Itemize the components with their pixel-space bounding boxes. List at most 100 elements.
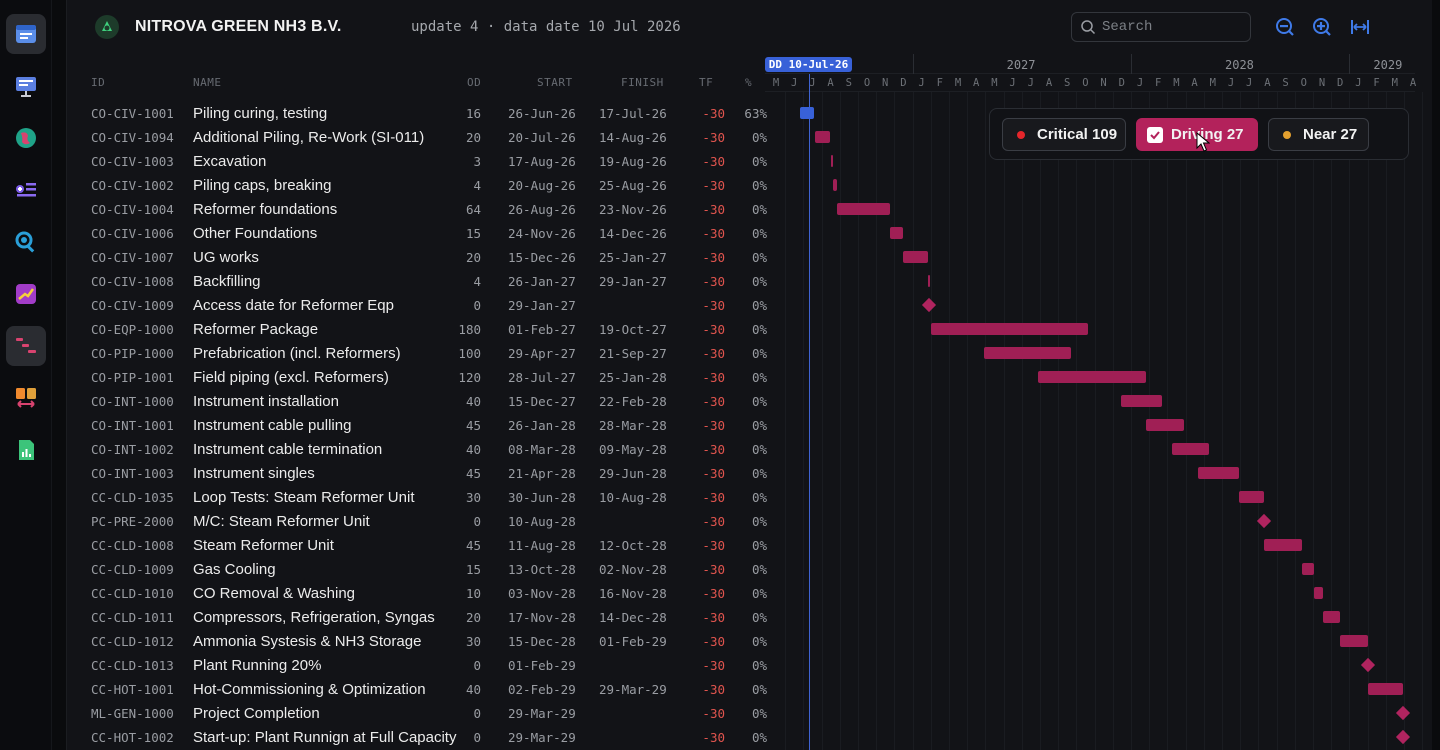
- table-row[interactable]: CC-CLD-1010 CO Removal & Washing 10 03-Nov-…: [67, 581, 767, 605]
- activity-bar[interactable]: [1239, 491, 1265, 503]
- activity-duration: 15: [465, 562, 481, 577]
- table-row[interactable]: CO-CIV-1008 Backfilling 4 26-Jan-27 29-Jan-2…: [67, 269, 767, 293]
- table-row[interactable]: CC-CLD-1009 Gas Cooling 15 13-Oct-28 02-Nov-…: [67, 557, 767, 581]
- gantt-schedule-icon[interactable]: [6, 326, 46, 366]
- activity-bar[interactable]: [927, 275, 930, 287]
- activity-bar[interactable]: [1301, 563, 1315, 575]
- activity-finish: 02-Nov-28: [599, 562, 667, 577]
- table-row[interactable]: CC-CLD-1013 Plant Running 20% 0 01-Feb-29 -3…: [67, 653, 767, 677]
- zoom-in-icon[interactable]: [1311, 16, 1333, 38]
- table-row[interactable]: CO-CIV-1094 Additional Piling, Re-Work (S…: [67, 125, 767, 149]
- table-row[interactable]: CO-CIV-1003 Excavation 3 17-Aug-26 19-Aug-26…: [67, 149, 767, 173]
- activity-bar[interactable]: [814, 131, 830, 143]
- table-row[interactable]: CO-INT-1001 Instrument cable pulling 45 26-…: [67, 413, 767, 437]
- table-row[interactable]: CO-CIV-1006 Other Foundations 15 24-Nov-26 1…: [67, 221, 767, 245]
- table-row[interactable]: CC-CLD-1008 Steam Reformer Unit 45 11-Aug-2…: [67, 533, 767, 557]
- table-row[interactable]: CO-INT-1003 Instrument singles 45 21-Apr-28…: [67, 461, 767, 485]
- inspect-search-icon[interactable]: [6, 222, 46, 262]
- month-label: A: [1264, 77, 1271, 89]
- activity-start: 10-Aug-28: [508, 514, 576, 529]
- activity-bar[interactable]: [800, 107, 814, 119]
- col-name[interactable]: NAME: [193, 76, 222, 89]
- schedule-calendar-icon[interactable]: [6, 14, 46, 54]
- col-id[interactable]: ID: [91, 76, 105, 89]
- table-row[interactable]: PC-PRE-2000 M/C: Steam Reformer Unit 0 10-A…: [67, 509, 767, 533]
- activity-bar[interactable]: [1037, 371, 1146, 383]
- activity-percent: 0%: [751, 730, 767, 745]
- activity-bar[interactable]: [930, 323, 1088, 335]
- activity-finish: 25-Aug-26: [599, 178, 667, 193]
- col-tf[interactable]: TF: [699, 76, 713, 89]
- activity-bar[interactable]: [836, 203, 890, 215]
- data-date-line: [808, 74, 811, 750]
- add-list-icon[interactable]: [6, 170, 46, 210]
- table-row[interactable]: CC-CLD-1035 Loop Tests: Steam Reformer Un…: [67, 485, 767, 509]
- grid-line: [1422, 92, 1424, 750]
- zoom-out-icon[interactable]: [1274, 16, 1296, 38]
- activity-finish: 12-Oct-28: [599, 538, 667, 553]
- activity-bar[interactable]: [1197, 467, 1240, 479]
- table-row[interactable]: CC-HOT-1002 Start-up: Plant Runnign at Fu…: [67, 725, 767, 749]
- table-row[interactable]: CO-INT-1000 Instrument installation 40 15-D…: [67, 389, 767, 413]
- table-row[interactable]: CO-CIV-1001 Piling curing, testing 16 26-Ju…: [67, 101, 767, 125]
- month-label: S: [1282, 77, 1289, 89]
- table-row[interactable]: CC-CLD-1012 Ammonia Systesis & NH3 Storag…: [67, 629, 767, 653]
- activity-duration: 20: [465, 610, 481, 625]
- activity-bar[interactable]: [1339, 635, 1369, 647]
- activity-bar[interactable]: [983, 347, 1071, 359]
- critical-filter-chip[interactable]: Critical 109: [1002, 118, 1126, 151]
- near-label: Near 27: [1303, 126, 1358, 143]
- milestone-marker[interactable]: [922, 297, 937, 313]
- search-input[interactable]: [1102, 19, 1242, 35]
- col-pct[interactable]: %: [745, 76, 752, 89]
- activity-percent: 0%: [751, 658, 767, 673]
- table-row[interactable]: CO-CIV-1002 Piling caps, breaking 4 20-Aug-…: [67, 173, 767, 197]
- grid-line: [858, 92, 859, 750]
- activity-duration: 100: [458, 346, 481, 361]
- table-row[interactable]: CO-INT-1002 Instrument cable termination 4…: [67, 437, 767, 461]
- col-start[interactable]: START: [537, 76, 573, 89]
- col-finish[interactable]: FINISH: [621, 76, 664, 89]
- table-row[interactable]: ML-GEN-1000 Project Completion 0 29-Mar-29-…: [67, 701, 767, 725]
- company-name: NITROVA GREEN NH3 B.V.: [135, 18, 342, 35]
- table-row[interactable]: CC-CLD-1011 Compressors, Refrigeration, S…: [67, 605, 767, 629]
- activity-bar[interactable]: [1171, 443, 1210, 455]
- milestone-marker[interactable]: [1395, 705, 1410, 721]
- report-chart-icon[interactable]: [6, 430, 46, 470]
- milestone-marker[interactable]: [1395, 729, 1410, 745]
- activity-bar[interactable]: [1322, 611, 1340, 623]
- activity-bar[interactable]: [831, 155, 834, 167]
- chart-pen-icon[interactable]: [6, 274, 46, 314]
- table-row[interactable]: CO-EQP-1000 Reformer Package 180 01-Feb-27 1…: [67, 317, 767, 341]
- activity-bar[interactable]: [1314, 587, 1323, 599]
- search-box[interactable]: [1071, 12, 1251, 42]
- activity-bar[interactable]: [889, 227, 903, 239]
- activity-bar[interactable]: [832, 179, 837, 191]
- activity-duration: 64: [465, 202, 481, 217]
- activity-percent: 0%: [751, 706, 767, 721]
- table-row[interactable]: CO-PIP-1000 Prefabrication (incl. Reforme…: [67, 341, 767, 365]
- activity-bar[interactable]: [1368, 683, 1404, 695]
- activity-start: 15-Dec-27: [508, 394, 576, 409]
- month-label: N: [1100, 77, 1107, 89]
- table-row[interactable]: CO-CIV-1004 Reformer foundations 64 26-Aug-…: [67, 197, 767, 221]
- activity-id: CC-CLD-1009: [91, 562, 174, 577]
- near-filter-chip[interactable]: Near 27: [1268, 118, 1369, 151]
- presentation-board-icon[interactable]: [6, 66, 46, 106]
- activity-id: CO-INT-1002: [91, 442, 174, 457]
- table-row[interactable]: CO-CIV-1009 Access date for Reformer Eqp 0…: [67, 293, 767, 317]
- activity-name: Additional Piling, Re-Work (SI-011): [193, 129, 425, 146]
- fit-width-icon[interactable]: [1349, 16, 1371, 38]
- table-row[interactable]: CO-PIP-1001 Field piping (excl. Reformers…: [67, 365, 767, 389]
- table-row[interactable]: CO-CIV-1007 UG works 20 15-Dec-26 25-Jan-27-…: [67, 245, 767, 269]
- col-od[interactable]: OD: [467, 76, 481, 89]
- globe-map-icon[interactable]: [6, 118, 46, 158]
- activity-bar[interactable]: [1121, 395, 1163, 407]
- compare-swap-icon[interactable]: [6, 378, 46, 418]
- activity-bar[interactable]: [1264, 539, 1302, 551]
- activity-name: Prefabrication (incl. Reformers): [193, 345, 401, 362]
- activity-bar[interactable]: [902, 251, 928, 263]
- milestone-marker[interactable]: [1360, 657, 1375, 673]
- activity-bar[interactable]: [1145, 419, 1185, 431]
- table-row[interactable]: CC-HOT-1001 Hot-Commissioning & Optimizat…: [67, 677, 767, 701]
